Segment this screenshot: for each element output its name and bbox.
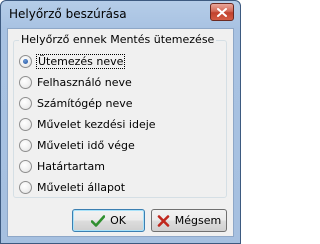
radio-user-name[interactable]: Felhasználó neve xyxy=(19,74,132,90)
radio-start-time[interactable]: Művelet kezdési ideje xyxy=(19,116,156,132)
radio-button[interactable] xyxy=(19,138,32,152)
radio-schedule-name[interactable]: Ütemezés neve xyxy=(19,53,126,69)
radio-label: Műveleti idő vége xyxy=(37,138,135,152)
radio-label: Ütemezés neve xyxy=(35,53,126,69)
radio-button[interactable] xyxy=(19,96,32,110)
x-mark-icon xyxy=(157,214,170,227)
radio-label: Műveleti állapot xyxy=(37,180,126,194)
radio-button[interactable] xyxy=(19,54,32,68)
radio-end-time[interactable]: Műveleti idő vége xyxy=(19,137,135,153)
cancel-label: Mégsem xyxy=(174,214,222,227)
ok-label: OK xyxy=(110,214,126,227)
title-bar[interactable]: Helyőrző beszúrása xyxy=(1,1,240,27)
window-title: Helyőrző beszúrása xyxy=(9,7,127,21)
radio-button[interactable] xyxy=(19,180,32,194)
radio-computer-name[interactable]: Számítógép neve xyxy=(19,95,133,111)
radio-label: Határtartam xyxy=(37,159,105,173)
radio-button[interactable] xyxy=(19,159,32,173)
checkmark-icon xyxy=(91,214,106,227)
cancel-button[interactable]: Mégsem xyxy=(151,209,227,232)
radio-label: Felhasználó neve xyxy=(37,75,132,89)
ok-button[interactable]: OK xyxy=(72,209,145,232)
radio-button[interactable] xyxy=(19,75,32,89)
dialog-window: Helyőrző beszúrása Helyőrző ennek Mentés… xyxy=(0,0,241,244)
close-icon xyxy=(217,7,227,17)
radio-label: Számítógép neve xyxy=(37,96,133,110)
dialog-body: Helyőrző ennek Mentés ütemezése Ütemezés… xyxy=(7,28,234,237)
radio-duration[interactable]: Határtartam xyxy=(19,158,105,174)
group-legend: Helyőrző ennek Mentés ütemezése xyxy=(19,33,217,46)
radio-label: Művelet kezdési ideje xyxy=(37,117,156,131)
radio-button[interactable] xyxy=(19,117,32,131)
close-button[interactable] xyxy=(210,3,234,21)
placeholder-group: Helyőrző ennek Mentés ütemezése Ütemezés… xyxy=(13,33,227,198)
radio-operation-status[interactable]: Műveleti állapot xyxy=(19,179,125,195)
